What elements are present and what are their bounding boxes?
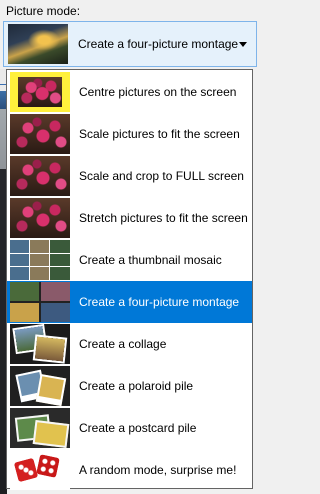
dice-thumbnail-icon <box>10 450 70 490</box>
option-centre[interactable]: Centre pictures on the screen <box>7 71 252 113</box>
option-stretch[interactable]: Stretch pictures to fit the screen <box>7 197 252 239</box>
dropdown-selected-text: Create a four-picture montage <box>78 37 239 51</box>
option-label: Create a four-picture montage <box>79 295 240 309</box>
montage-thumbnail-icon <box>10 282 70 322</box>
mosaic-thumbnail-icon <box>10 240 70 280</box>
crop-thumbnail-icon <box>10 156 70 196</box>
scale-thumbnail-icon <box>10 114 70 154</box>
picture-mode-dropdown[interactable]: Create a four-picture montage <box>3 21 257 67</box>
polaroid-thumbnail-icon <box>10 366 70 406</box>
option-label: Create a polaroid pile <box>79 379 194 393</box>
option-random[interactable]: A random mode, surprise me! <box>7 449 252 491</box>
stretch-thumbnail-icon <box>10 198 70 238</box>
chevron-down-icon[interactable] <box>239 41 247 47</box>
option-label: Create a collage <box>79 337 167 351</box>
option-label: Stretch pictures to fit the screen <box>79 211 248 225</box>
option-scale[interactable]: Scale pictures to fit the screen <box>7 113 252 155</box>
option-crop[interactable]: Scale and crop to FULL screen <box>7 155 252 197</box>
centre-thumbnail-icon <box>10 72 70 112</box>
option-montage[interactable]: Create a four-picture montage <box>7 281 252 323</box>
option-label: Create a postcard pile <box>79 421 197 435</box>
option-label: Centre pictures on the screen <box>79 85 237 99</box>
option-mosaic[interactable]: Create a thumbnail mosaic <box>7 239 252 281</box>
option-label: Scale pictures to fit the screen <box>79 127 240 141</box>
picture-mode-label: Picture mode: <box>6 4 81 18</box>
option-collage[interactable]: Create a collage <box>7 323 252 365</box>
picture-mode-options-list: Centre pictures on the screen Scale pict… <box>6 69 253 491</box>
option-postcard[interactable]: Create a postcard pile <box>7 407 252 449</box>
option-label: Create a thumbnail mosaic <box>79 253 222 267</box>
road-thumbnail-icon <box>8 24 68 64</box>
option-label: Scale and crop to FULL screen <box>79 169 244 183</box>
option-label: A random mode, surprise me! <box>79 463 237 477</box>
option-polaroid[interactable]: Create a polaroid pile <box>7 365 252 407</box>
collage-thumbnail-icon <box>10 324 70 364</box>
postcard-thumbnail-icon <box>10 408 70 448</box>
